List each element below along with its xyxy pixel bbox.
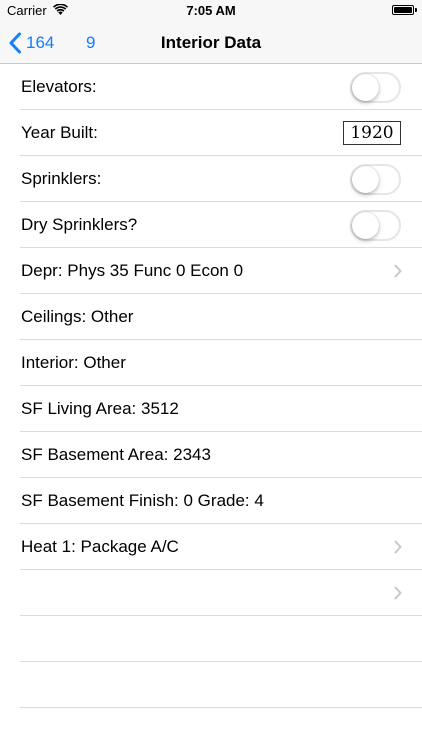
status-bar: Carrier 7:05 AM [0, 0, 422, 20]
year-built-field[interactable]: 1920 [343, 121, 401, 145]
table-row: SF Basement Finish: 0 Grade: 4 [0, 478, 422, 524]
status-time: 7:05 AM [186, 3, 236, 18]
battery-tip [415, 8, 417, 12]
row-label: Elevators: [21, 77, 97, 96]
toggle-switch[interactable] [350, 163, 401, 195]
table-row[interactable]: Depr: Phys 35 Func 0 Econ 0 [0, 248, 422, 294]
table-row: Sprinklers: [0, 156, 422, 202]
page-title: Interior Data [160, 33, 262, 52]
row-label: Sprinklers: [21, 169, 102, 188]
table-row: Interior: Other [0, 340, 422, 386]
toggle-switch[interactable] [350, 71, 401, 103]
row-label: SF Basement Finish: 0 Grade: 4 [21, 491, 264, 510]
chevron-right-icon [394, 540, 402, 554]
row-label: SF Living Area: 3512 [21, 399, 179, 418]
table-row[interactable] [0, 570, 422, 616]
chevron-right-icon [394, 264, 402, 278]
table-row: Elevators: [0, 64, 422, 110]
table-row: SF Living Area: 3512 [0, 386, 422, 432]
table-row [0, 662, 422, 708]
row-label: Ceilings: Other [21, 307, 134, 326]
table-row: Ceilings: Other [0, 294, 422, 340]
row-label: SF Basement Area: 2343 [21, 445, 211, 464]
row-label: Depr: Phys 35 Func 0 Econ 0 [21, 261, 244, 280]
table-row: SF Basement Area: 2343 [0, 432, 422, 478]
interior-data-table: Elevators: Year Built: 1920 Sprinklers: Dry … [0, 64, 422, 708]
row-label: Heat 1: Package A/C [21, 537, 179, 556]
chevron-right-icon [394, 586, 402, 600]
table-row[interactable]: Heat 1: Package A/C [0, 524, 422, 570]
table-row [0, 616, 422, 662]
row-label: Interior: Other [21, 353, 126, 372]
toggle-knob [352, 73, 379, 101]
battery-icon [392, 5, 414, 15]
table-row: Dry Sprinklers? [0, 202, 422, 248]
toggle-knob [352, 165, 379, 193]
row-label: Year Built: [21, 123, 98, 142]
table-row: Year Built: 1920 [0, 110, 422, 156]
toggle-switch[interactable] [350, 209, 401, 241]
navigation-bar: 164 9 Interior Data [0, 20, 422, 64]
toggle-knob [352, 211, 379, 239]
row-label: Dry Sprinklers? [21, 215, 138, 234]
